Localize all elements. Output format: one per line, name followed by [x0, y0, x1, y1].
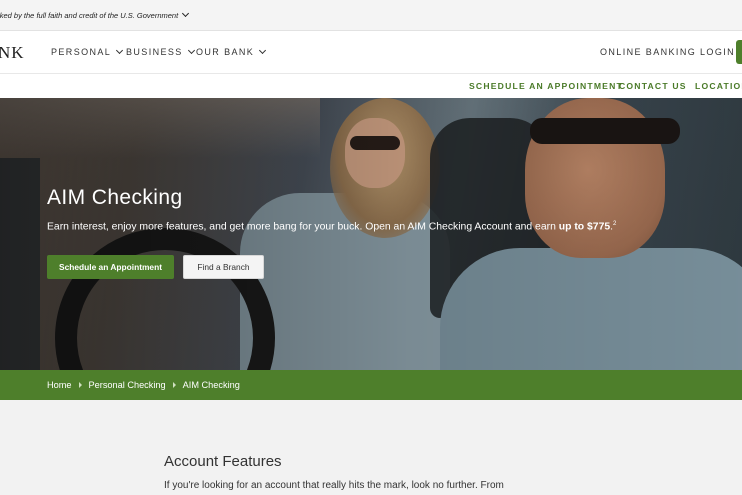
- chevron-down-icon: [259, 46, 267, 54]
- hero-description: Earn interest, enjoy more features, and …: [47, 221, 687, 232]
- gov-banner-text: cked by the full faith and credit of the…: [0, 10, 179, 20]
- section-text: If you're looking for an account that re…: [164, 480, 504, 491]
- main-content: Account Features If you're looking for a…: [0, 400, 742, 495]
- breadcrumb: Home Personal Checking AIM Checking: [0, 370, 742, 400]
- contact-us-link[interactable]: CONTACT US: [619, 81, 687, 91]
- online-banking-login[interactable]: ONLINE BANKING LOGIN: [600, 46, 742, 57]
- hero-banner: AIM Checking Earn interest, enjoy more f…: [0, 98, 742, 370]
- open-account-tab[interactable]: [736, 40, 742, 64]
- breadcrumb-personal-checking[interactable]: Personal Checking: [89, 380, 166, 390]
- hero-description-amount: up to $775: [558, 221, 611, 233]
- schedule-appointment-button[interactable]: Schedule an Appointment: [47, 255, 174, 279]
- nav-our-bank-label: OUR BANK: [196, 47, 255, 57]
- gov-banner[interactable]: cked by the full faith and credit of the…: [0, 0, 742, 31]
- find-branch-button[interactable]: Find a Branch: [183, 255, 264, 279]
- bank-logo[interactable]: NK: [0, 43, 25, 63]
- chevron-down-icon: [182, 9, 190, 17]
- locations-link[interactable]: LOCATION: [695, 81, 742, 91]
- online-banking-login-label: ONLINE BANKING LOGIN: [600, 47, 736, 57]
- hero-title: AIM Checking: [47, 186, 183, 209]
- schedule-appointment-link[interactable]: SCHEDULE AN APPOINTMENT: [469, 81, 623, 91]
- nav-business[interactable]: BUSINESS: [126, 46, 195, 57]
- section-title: Account Features: [164, 453, 282, 470]
- chevron-down-icon: [187, 46, 195, 54]
- breadcrumb-separator-icon: [78, 382, 82, 388]
- hero-overlay: [0, 98, 742, 370]
- hero-description-text: Earn interest, enjoy more features, and …: [47, 221, 559, 233]
- chevron-down-icon: [116, 46, 124, 54]
- nav-personal[interactable]: PERSONAL: [51, 46, 124, 57]
- nav-business-label: BUSINESS: [126, 47, 183, 57]
- page: cked by the full faith and credit of the…: [0, 0, 742, 495]
- hero-footnote-marker[interactable]: 2: [613, 221, 616, 227]
- main-nav: NK PERSONAL BUSINESS OUR BANK ONLINE BAN…: [0, 31, 742, 74]
- nav-our-bank[interactable]: OUR BANK: [196, 46, 267, 57]
- nav-personal-label: PERSONAL: [51, 47, 112, 57]
- hero-content: AIM Checking Earn interest, enjoy more f…: [47, 186, 687, 232]
- breadcrumb-separator-icon: [172, 382, 176, 388]
- breadcrumb-home[interactable]: Home: [47, 380, 72, 390]
- utility-nav: SCHEDULE AN APPOINTMENT CONTACT US LOCAT…: [0, 74, 742, 98]
- breadcrumb-current: AIM Checking: [182, 380, 240, 390]
